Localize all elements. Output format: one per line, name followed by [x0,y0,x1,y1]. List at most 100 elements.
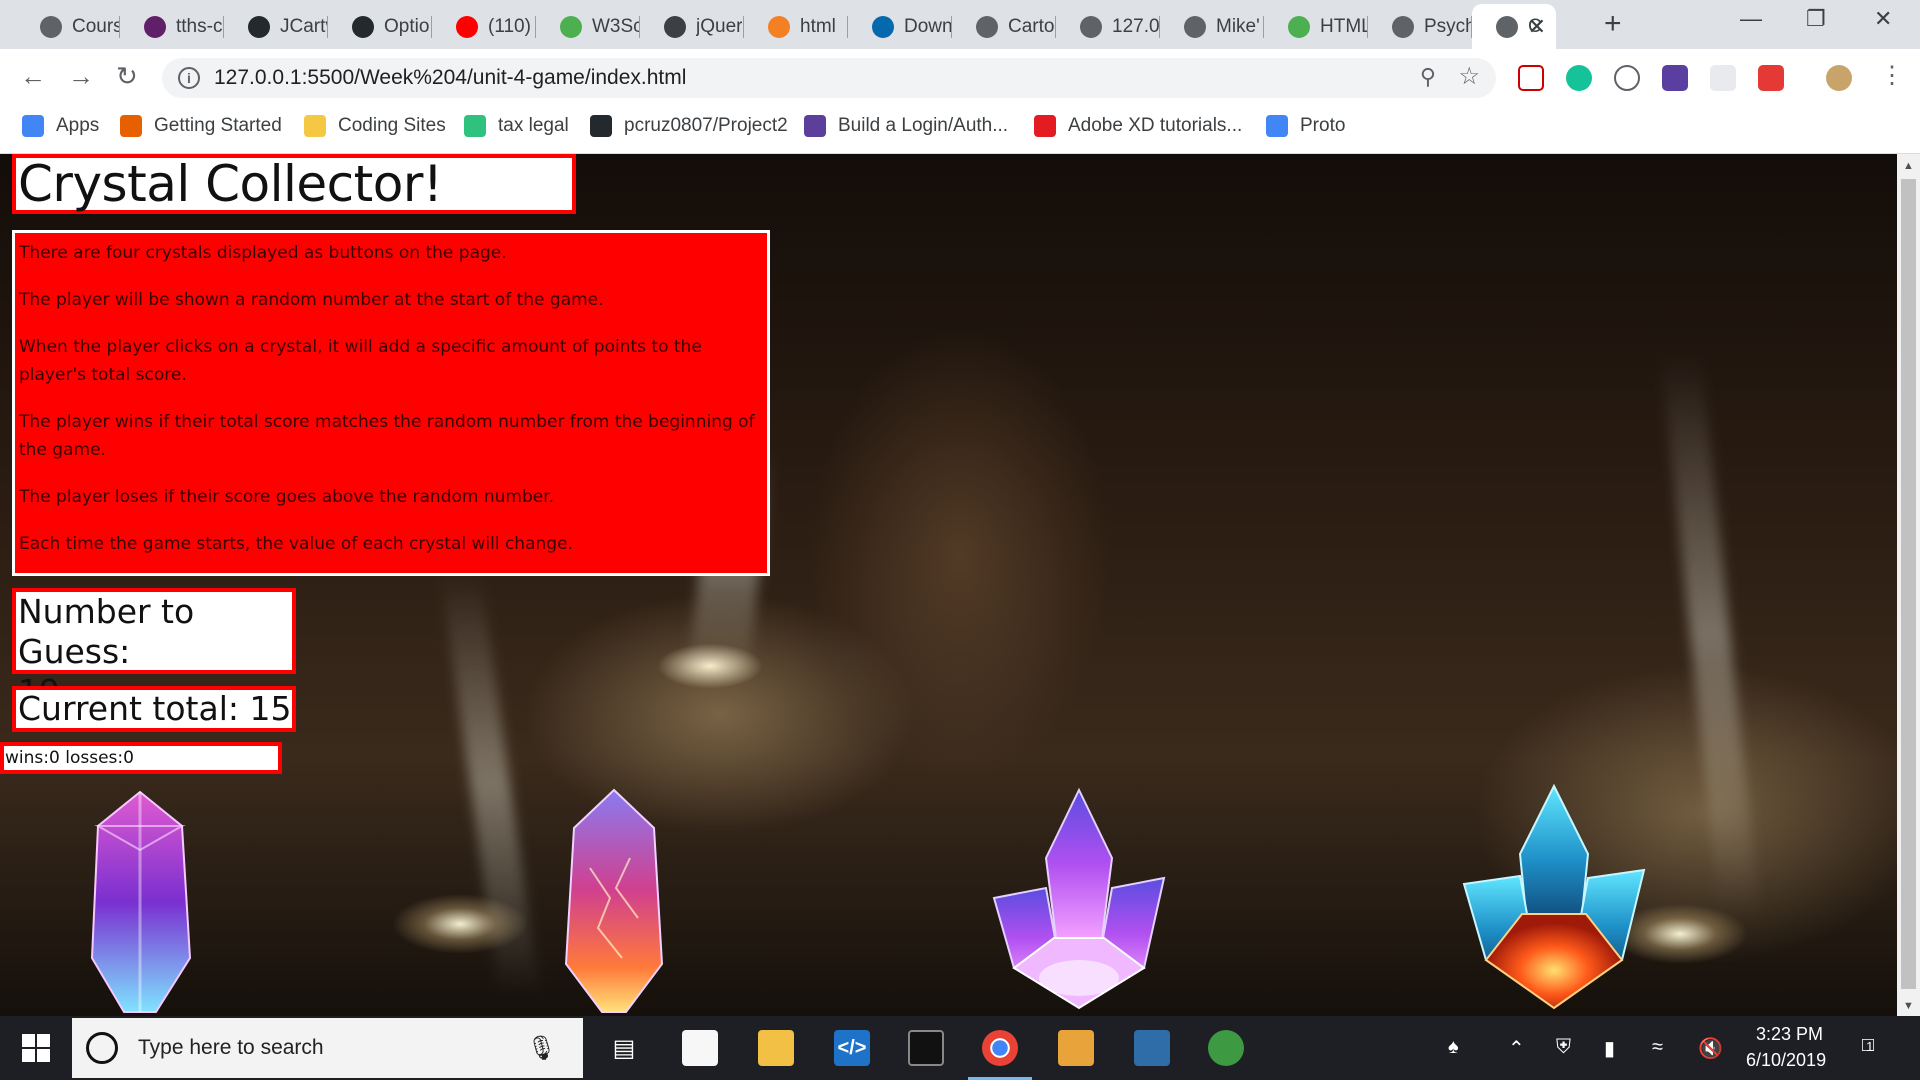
scrollbar-thumb[interactable] [1901,179,1916,989]
rule-text: The player will be shown a random number… [19,290,604,310]
shield-extension-icon[interactable] [1758,65,1784,91]
tab-2[interactable]: tths-c [120,4,224,49]
tab-8[interactable]: html [744,4,848,49]
new-tab-button[interactable]: + [1604,7,1622,41]
browser-toolbar: ← → ↻ i 127.0.0.1:5500/Week%204/unit-4-g… [0,49,1920,105]
tab-3[interactable]: JCartv [224,4,328,49]
tab-6[interactable]: W3Sc [536,4,640,49]
menu-icon[interactable]: ⋮ [1880,61,1904,90]
close-window-button[interactable]: ✕ [1874,6,1892,32]
clock-date[interactable]: 6/10/2019 [1746,1050,1826,1071]
scroll-down-arrow[interactable]: ▼ [1903,1000,1914,1012]
taskbar-search[interactable]: Type here to search 🎙 [72,1018,583,1078]
bookmark-7[interactable]: Adobe XD tutorials... [1034,115,1242,137]
notepad-icon[interactable] [682,1030,718,1066]
crystal-button-1[interactable] [86,790,194,1014]
bookmark-label: Adobe XD tutorials... [1068,115,1243,136]
profile-avatar[interactable] [1826,65,1852,91]
tab-7[interactable]: jQuer [640,4,744,49]
site-info-icon[interactable]: i [178,67,200,89]
w3schools-icon [560,15,582,38]
task-view-icon[interactable]: ▤ [606,1030,642,1066]
tab-title: Optio [384,15,430,37]
address-bar[interactable]: i 127.0.0.1:5500/Week%204/unit-4-game/in… [162,58,1496,98]
cortana-icon[interactable] [86,1032,118,1064]
bookmark-star-icon[interactable]: ☆ [1458,62,1480,91]
title-box: Crystal Collector! [12,154,576,214]
github-icon [352,15,374,38]
crystal-button-2[interactable] [560,788,668,1014]
tab-title: Carto [1008,15,1055,37]
grammarly-extension-icon[interactable] [1566,65,1592,91]
bookmark-label: Apps [56,115,100,136]
tab-15[interactable]: C ✕ [1472,4,1556,49]
url-text[interactable]: 127.0.0.1:5500/Week%204/unit-4-game/inde… [214,66,686,90]
bookmark-1[interactable]: Apps [22,115,99,137]
wifi-icon[interactable]: ≈ [1652,1036,1663,1059]
restore-button[interactable]: ❐ [1806,6,1826,32]
tab-11[interactable]: 127.0 [1056,4,1160,49]
tab-5[interactable]: (110) [432,4,536,49]
microphone-icon[interactable]: 🎙 [527,1034,557,1063]
bookmark-2[interactable]: Getting Started [120,115,282,137]
extension-icon[interactable] [1614,65,1640,91]
tab-title: Down [904,15,952,37]
clock-time[interactable]: 3:23 PM [1756,1024,1823,1045]
rules-box: There are four crystals displayed as but… [12,230,770,576]
wins-label: wins: [5,748,49,768]
git-client-icon[interactable] [1058,1030,1094,1066]
blank-extension-icon[interactable] [1710,65,1736,91]
tab-13[interactable]: HTML [1264,4,1368,49]
losses-count: 0 [123,748,134,768]
battery-icon[interactable]: ▮ [1604,1036,1615,1061]
tab-12[interactable]: Mike' [1160,4,1264,49]
tab-title: Psych [1424,15,1472,37]
minimize-button[interactable]: — [1740,6,1762,32]
globe-icon [976,15,998,38]
people-icon[interactable]: ♠ [1448,1036,1459,1059]
tab-14[interactable]: Psych [1368,4,1472,49]
vscode-icon[interactable]: </> [834,1030,870,1066]
bookmark-4[interactable]: tax legal [464,115,569,137]
tab-10[interactable]: Carto [952,4,1056,49]
forward-button[interactable]: → [68,61,94,92]
current-total-value: 15 [249,689,292,728]
current-total-label: Current total: [18,689,240,728]
action-center-icon[interactable]: □1 [1862,1034,1874,1057]
back-button[interactable]: ← [20,61,46,92]
bookmark-5[interactable]: pcruz0807/Project2 [590,115,788,137]
tab-1[interactable]: Cours [16,4,120,49]
zoom-icon[interactable]: ⚲ [1420,64,1436,90]
bookmark-label: Proto [1300,115,1346,136]
bookmark-8[interactable]: Proto [1266,115,1345,137]
page-scrollbar[interactable]: ▲ ▼ [1897,154,1920,1016]
crystal-button-4[interactable] [1456,784,1652,1010]
terminal-icon[interactable] [908,1030,944,1066]
apps-grid-icon [22,115,44,137]
notification-count: 1 [1866,1039,1874,1054]
tab-title: HTML [1320,15,1368,37]
chrome-icon[interactable] [968,1030,1032,1080]
security-icon[interactable]: ⛨ [1556,1036,1571,1059]
windows-start-icon[interactable] [22,1034,50,1062]
mysql-workbench-icon[interactable] [1134,1030,1170,1066]
score-box: wins:0 losses:0 [0,742,282,774]
crystal-button-3[interactable] [984,788,1174,1010]
tab-9[interactable]: Down [848,4,952,49]
file-explorer-icon[interactable] [758,1030,794,1066]
tray-expand-icon[interactable]: ⌃ [1508,1036,1525,1061]
reload-button[interactable]: ↻ [116,61,138,92]
checklist-extension-icon[interactable] [1662,65,1688,91]
taskbar-search-placeholder[interactable]: Type here to search [138,1036,324,1060]
robo3t-icon[interactable] [1208,1030,1244,1066]
tab-title: JCartv [280,15,328,37]
pocket-extension-icon[interactable] [1518,65,1544,91]
adobe-icon [1034,115,1056,137]
bookmark-6[interactable]: Build a Login/Auth... [804,115,1008,137]
w3schools-icon [1288,15,1310,38]
scroll-up-arrow[interactable]: ▲ [1903,160,1914,172]
close-tab-icon[interactable]: ✕ [1528,14,1546,40]
tab-4[interactable]: Optio [328,4,432,49]
bookmark-3[interactable]: Coding Sites [304,115,446,137]
volume-muted-icon[interactable]: 🔇 [1698,1036,1723,1061]
